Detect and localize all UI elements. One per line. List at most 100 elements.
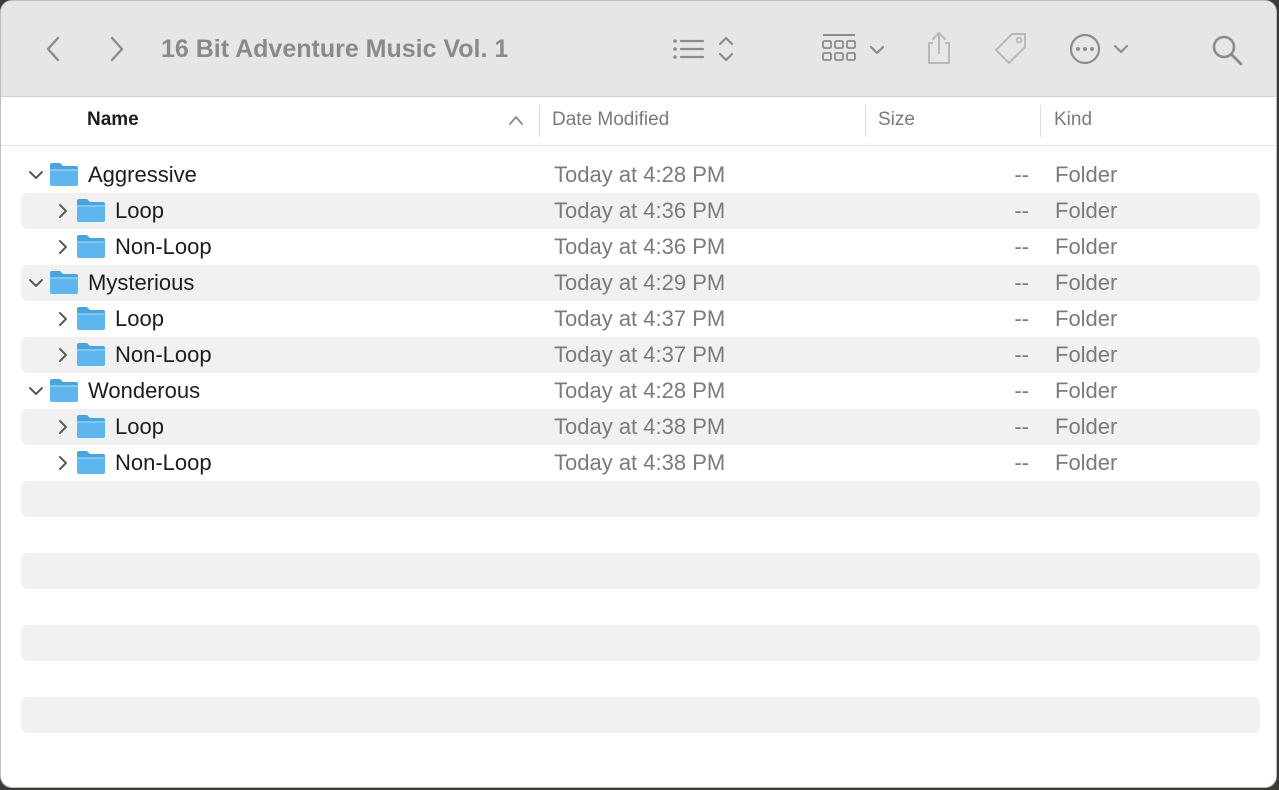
file-kind: Folder — [1055, 198, 1118, 223]
column-header-date-label: Date Modified — [552, 109, 670, 130]
file-kind: Folder — [1055, 234, 1118, 259]
file-size: -- — [1014, 378, 1029, 403]
file-name: Mysterious — [88, 270, 195, 295]
column-header-name-label: Name — [87, 109, 139, 130]
search-icon — [1212, 35, 1243, 66]
file-size: -- — [1014, 450, 1029, 475]
date-modified: Today at 4:29 PM — [554, 270, 726, 295]
date-modified: Today at 4:38 PM — [554, 450, 726, 475]
disclosure-collapsed-icon[interactable] — [54, 454, 72, 472]
table-row[interactable]: Loop Today at 4:37 PM -- Folder — [21, 301, 1260, 337]
tag-button[interactable] — [989, 28, 1033, 70]
window-title: 16 Bit Adventure Music Vol. 1 — [161, 35, 509, 63]
file-kind: Folder — [1055, 414, 1118, 439]
folder-icon — [50, 271, 78, 294]
file-kind: Folder — [1055, 306, 1118, 331]
file-size: -- — [1014, 342, 1029, 367]
date-modified: Today at 4:37 PM — [554, 306, 726, 331]
column-divider[interactable] — [1040, 105, 1041, 137]
column-header-size[interactable]: Size — [878, 98, 1028, 145]
chevron-left-icon — [46, 36, 60, 62]
file-name: Non-Loop — [115, 234, 212, 259]
file-kind: Folder — [1055, 270, 1118, 295]
table-row[interactable]: Loop Today at 4:38 PM -- Folder — [21, 409, 1260, 445]
back-button[interactable] — [37, 31, 69, 67]
empty-row — [21, 733, 1260, 769]
folder-icon — [77, 199, 105, 222]
date-modified: Today at 4:38 PM — [554, 414, 726, 439]
disclosure-expanded-icon[interactable] — [27, 274, 45, 292]
finder-window: 16 Bit Adventure Music Vol. 1 Name Date … — [0, 0, 1277, 788]
forward-button[interactable] — [101, 31, 133, 67]
disclosure-collapsed-icon[interactable] — [54, 418, 72, 436]
file-name: Loop — [115, 198, 164, 223]
tag-icon — [995, 33, 1026, 64]
table-row[interactable]: Wonderous Today at 4:28 PM -- Folder — [21, 373, 1260, 409]
empty-row — [21, 553, 1260, 589]
toolbar: 16 Bit Adventure Music Vol. 1 — [1, 1, 1276, 97]
file-name: Non-Loop — [115, 450, 212, 475]
empty-row — [21, 481, 1260, 517]
date-modified: Today at 4:36 PM — [554, 234, 726, 259]
file-size: -- — [1014, 234, 1029, 259]
file-name: Non-Loop — [115, 342, 212, 367]
file-kind: Folder — [1055, 162, 1118, 187]
folder-icon — [77, 343, 105, 366]
column-header-kind-label: Kind — [1054, 109, 1093, 130]
table-row[interactable]: Non-Loop Today at 4:36 PM -- Folder — [21, 229, 1260, 265]
sort-ascending-icon[interactable] — [508, 114, 524, 126]
file-size: -- — [1014, 198, 1029, 223]
empty-row — [21, 697, 1260, 733]
folder-icon — [77, 235, 105, 258]
table-row[interactable]: Aggressive Today at 4:28 PM -- Folder — [21, 157, 1260, 193]
date-modified: Today at 4:28 PM — [554, 162, 726, 187]
empty-row — [21, 589, 1260, 625]
disclosure-collapsed-icon[interactable] — [54, 346, 72, 364]
table-row[interactable]: Non-Loop Today at 4:38 PM -- Folder — [21, 445, 1260, 481]
file-name: Loop — [115, 414, 164, 439]
file-kind: Folder — [1055, 450, 1118, 475]
column-divider[interactable] — [539, 105, 540, 137]
chevron-right-icon — [110, 36, 124, 62]
column-header-name[interactable]: Name — [87, 98, 517, 145]
search-button[interactable] — [1207, 30, 1247, 70]
table-row[interactable]: Loop Today at 4:36 PM -- Folder — [21, 193, 1260, 229]
disclosure-collapsed-icon[interactable] — [54, 310, 72, 328]
disclosure-expanded-icon[interactable] — [27, 166, 45, 184]
table-row[interactable]: Non-Loop Today at 4:37 PM -- Folder — [21, 337, 1260, 373]
disclosure-collapsed-icon[interactable] — [54, 238, 72, 256]
folder-icon — [77, 451, 105, 474]
file-kind: Folder — [1055, 342, 1118, 367]
column-header-kind[interactable]: Kind — [1054, 98, 1254, 145]
table-row[interactable]: Mysterious Today at 4:29 PM -- Folder — [21, 265, 1260, 301]
ellipsis-circle-icon — [1069, 33, 1129, 65]
share-icon — [928, 32, 950, 64]
file-name: Wonderous — [88, 378, 201, 403]
share-button[interactable] — [919, 27, 959, 69]
folder-icon — [77, 307, 105, 330]
file-size: -- — [1014, 414, 1029, 439]
date-modified: Today at 4:37 PM — [554, 342, 726, 367]
column-header-size-label: Size — [878, 109, 915, 130]
empty-row — [21, 661, 1260, 697]
view-options-button[interactable] — [667, 31, 743, 67]
column-header-date-modified[interactable]: Date Modified — [552, 98, 852, 145]
file-size: -- — [1014, 306, 1029, 331]
column-divider[interactable] — [865, 105, 866, 137]
folder-icon — [50, 379, 78, 402]
file-size: -- — [1014, 270, 1029, 295]
folder-icon — [77, 415, 105, 438]
file-size: -- — [1014, 162, 1029, 187]
disclosure-collapsed-icon[interactable] — [54, 202, 72, 220]
disclosure-expanded-icon[interactable] — [27, 382, 45, 400]
list-view-icon — [673, 36, 734, 62]
column-header: Name Date Modified Size Kind — [1, 98, 1276, 146]
date-modified: Today at 4:28 PM — [554, 378, 726, 403]
file-kind: Folder — [1055, 378, 1118, 403]
empty-row — [21, 517, 1260, 553]
empty-row — [21, 625, 1260, 661]
date-modified: Today at 4:36 PM — [554, 198, 726, 223]
more-actions-button[interactable] — [1067, 30, 1133, 68]
file-name: Loop — [115, 306, 164, 331]
group-button[interactable] — [819, 29, 889, 69]
